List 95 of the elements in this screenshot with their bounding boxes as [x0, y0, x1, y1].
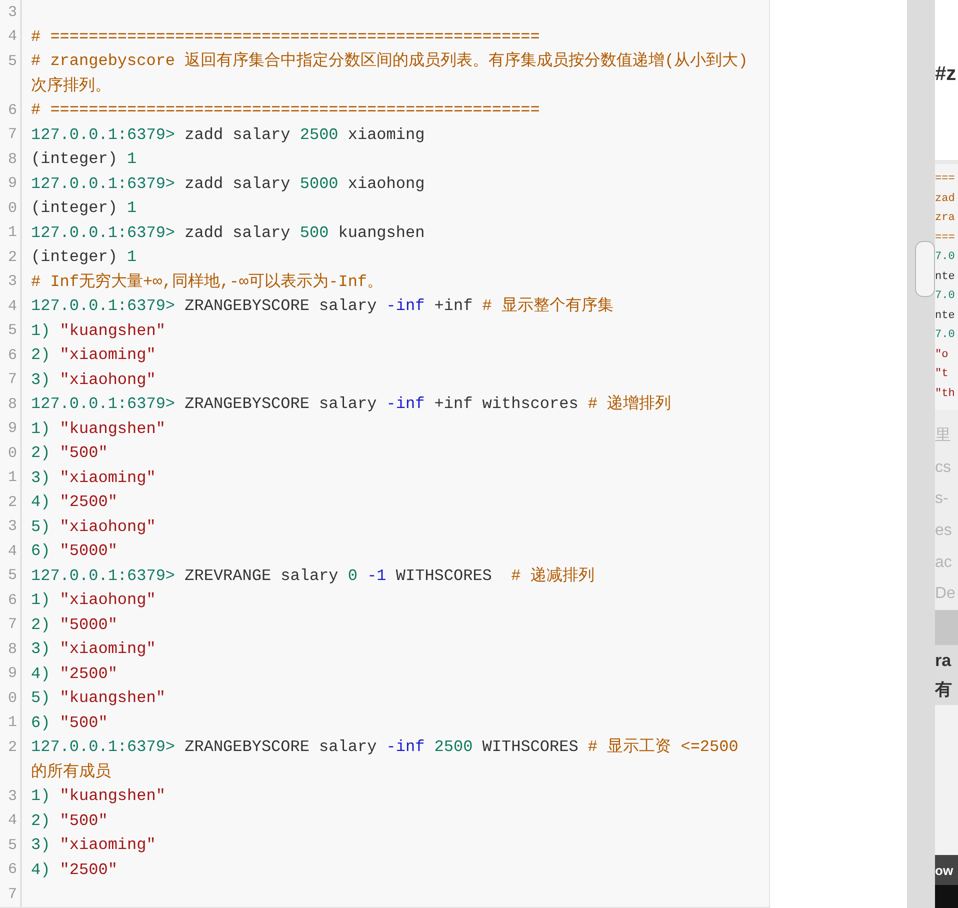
code-line: nte — [935, 310, 955, 322]
code-line: (integer) 1 — [31, 200, 137, 216]
line-number: 0 — [8, 200, 17, 216]
code-line: # =================================================== — [31, 102, 540, 118]
line-number: 3 — [8, 519, 17, 534]
line-number: 6 — [8, 348, 17, 363]
code-line: 3) "xiaohong" — [31, 372, 156, 388]
code-line: 7.0 — [935, 291, 955, 302]
line-number: 8 — [8, 642, 17, 657]
code-line: === — [935, 174, 955, 186]
line-number: 2 — [8, 740, 17, 755]
document-heading: #z — [935, 64, 958, 84]
code-line: zad — [935, 194, 955, 205]
faded-text: cs — [935, 460, 951, 476]
line-number: 5 — [8, 568, 17, 584]
code-line: "t — [935, 369, 948, 380]
line-number: 4 — [8, 544, 17, 559]
code-line: 3) "xiaoming" — [31, 837, 156, 854]
code-line: 1) "kuangshen" — [31, 420, 166, 437]
code-line: 127.0.0.1:6379> zadd salary 5000 xiaohong — [31, 176, 425, 192]
code-line: 1) "kuangshen" — [31, 322, 166, 339]
code-line: (integer) 1 — [31, 249, 137, 266]
divider-band — [935, 610, 958, 645]
line-number: 6 — [8, 862, 17, 878]
scrollbar-thumb[interactable] — [915, 241, 935, 297]
line-number: 7 — [8, 886, 17, 902]
line-number: 3 — [8, 4, 17, 20]
code-line: 次序排列。 — [31, 78, 111, 94]
bold-heading: ra — [935, 652, 952, 669]
line-number: 0 — [8, 446, 17, 461]
code-line: "o — [935, 350, 948, 361]
line-number: 9 — [8, 421, 17, 436]
code-line: 2) "5000" — [31, 616, 118, 633]
code-line: 2) "500" — [31, 812, 108, 829]
faded-text: ac — [935, 554, 952, 571]
line-number: 2 — [8, 494, 17, 510]
line-number: 6 — [8, 102, 17, 118]
code-line: # Inf无穷大量+∞,同样地,-∞可以表示为-Inf。 — [31, 274, 384, 290]
code-line: 1) "xiaohong" — [31, 592, 156, 608]
line-number: 0 — [8, 690, 17, 706]
code-line: 7.0 — [935, 252, 955, 264]
code-line: 5) "xiaohong" — [31, 518, 156, 535]
faded-text: es — [935, 522, 952, 539]
line-number: 9 — [8, 176, 17, 192]
bold-heading: 有 — [935, 681, 953, 698]
line-number: 8 — [8, 152, 17, 167]
code-line: 6) "500" — [31, 714, 108, 731]
code-line: === — [935, 232, 955, 244]
line-number: 4 — [8, 298, 17, 314]
line-number: 8 — [8, 396, 17, 412]
line-number: 9 — [8, 666, 17, 682]
code-line: 127.0.0.1:6379> ZRANGEBYSCORE salary -inf +inf # 显示整个有序集 — [31, 298, 614, 314]
code-line: 5) "kuangshen" — [31, 690, 166, 706]
line-number: 3 — [8, 788, 17, 804]
code-line: # zrangebyscore 返回有序集合中指定分数区间的成员列表。有序集成员按分数值递增(从小到大) — [31, 53, 748, 70]
line-number: 7 — [8, 617, 17, 632]
code-line: # =================================================== — [31, 28, 540, 45]
footer-text: ow — [935, 864, 954, 876]
faded-text: 里 — [935, 428, 951, 444]
code-line: 3) "xiaoming" — [31, 641, 156, 658]
line-number: 1 — [8, 225, 17, 240]
line-number: 1 — [8, 470, 17, 486]
code-line: "th — [935, 388, 955, 400]
line-number: 3 — [8, 274, 17, 290]
line-number: 5 — [8, 323, 17, 338]
code-line: 127.0.0.1:6379> ZRANGEBYSCORE salary -inf 2500 WITHSCORES # 显示工资 <=2500 — [31, 739, 738, 756]
code-line: 1) "kuangshen" — [31, 788, 166, 804]
line-number: 2 — [8, 250, 17, 265]
code-line: 4) "2500" — [31, 666, 118, 682]
line-number: 5 — [8, 838, 17, 853]
line-number: 6 — [8, 592, 17, 608]
code-line: 6) "5000" — [31, 543, 118, 560]
code-line: 127.0.0.1:6379> zadd salary 500 kuangshen — [31, 224, 425, 241]
code-line: nte — [935, 272, 955, 283]
line-number: 4 — [8, 29, 17, 44]
code-line: 127.0.0.1:6379> zadd salary 2500 xiaoming — [31, 126, 425, 143]
bottom-bar — [935, 885, 958, 908]
line-number: 4 — [8, 813, 17, 828]
code-line: 127.0.0.1:6379> ZRANGEBYSCORE salary -inf +inf withscores # 递增排列 — [31, 396, 672, 412]
faded-text: s- — [935, 491, 948, 508]
code-line: 的所有成员 — [31, 764, 111, 780]
code-line: 4) "2500" — [31, 862, 118, 878]
code-line: zra — [935, 213, 955, 224]
code-line: (integer) 1 — [31, 151, 137, 168]
code-line: 2) "500" — [31, 445, 108, 462]
line-number: 5 — [8, 54, 17, 69]
code-line: 127.0.0.1:6379> ZREVRANGE salary 0 -1 WITHSCORES # 递减排列 — [31, 568, 594, 584]
line-number: 1 — [8, 715, 17, 730]
line-number: 7 — [8, 372, 17, 388]
faded-text: De — [935, 586, 956, 602]
code-line: 3) "xiaoming" — [31, 470, 156, 486]
code-line: 2) "xiaoming" — [31, 347, 156, 364]
line-number: 7 — [8, 127, 17, 142]
code-line: 4) "2500" — [31, 494, 118, 510]
code-line: 7.0 — [935, 330, 955, 342]
